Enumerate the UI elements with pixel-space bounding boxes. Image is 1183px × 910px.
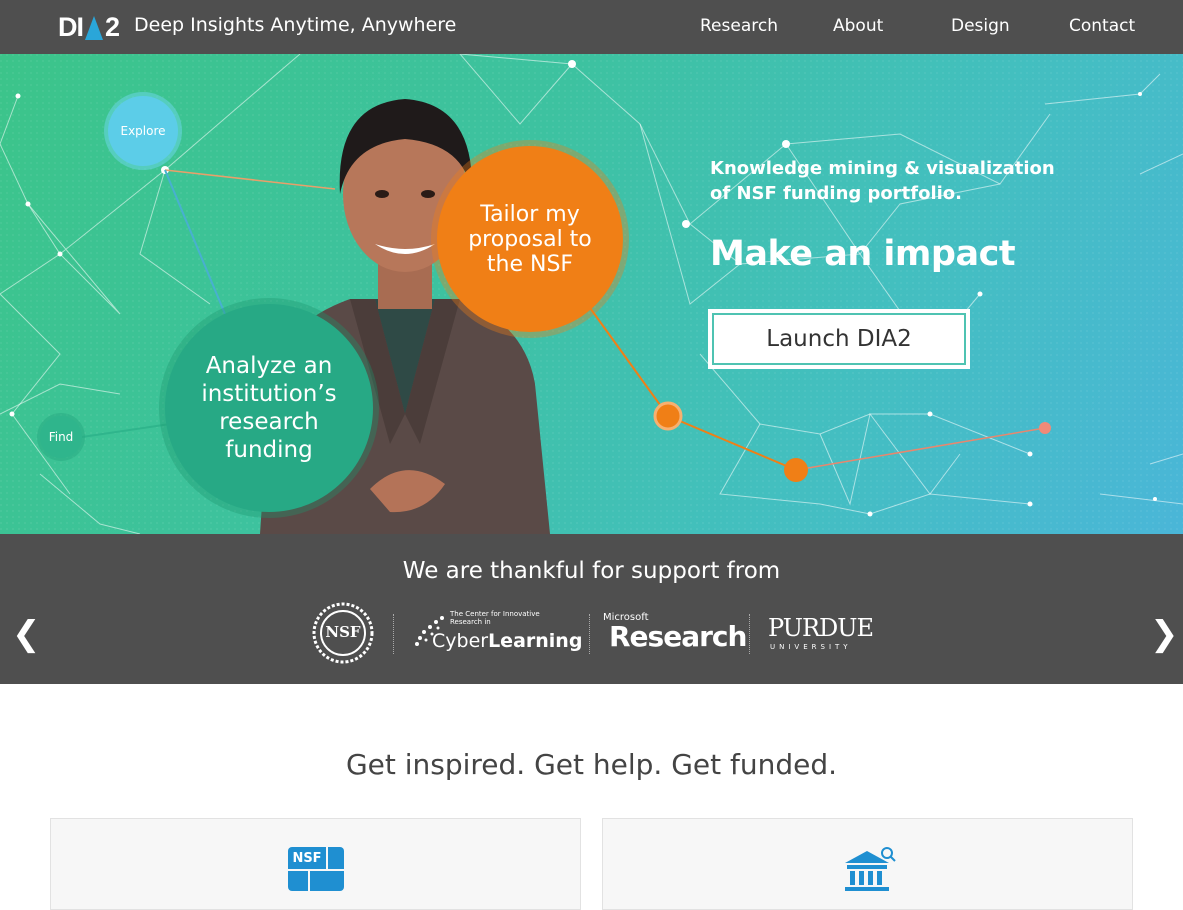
top-navbar: DI 2 Deep Insights Anytime, Anywhere Res… bbox=[0, 0, 1183, 54]
purdue-text: PURDUE bbox=[768, 614, 874, 642]
institution-search-icon bbox=[845, 847, 896, 891]
find-bubble[interactable]: Find bbox=[40, 416, 82, 458]
hero-subtitle: Knowledge mining & visualization of NSF … bbox=[710, 158, 1055, 204]
purdue-university-text: UNIVERSITY bbox=[770, 643, 852, 651]
dia2-logo[interactable]: DI 2 bbox=[58, 11, 120, 42]
nsf-logo-text: NSF bbox=[325, 623, 361, 641]
nsf-logo: NSF bbox=[312, 602, 374, 664]
explore-bubble[interactable]: Explore bbox=[108, 96, 178, 166]
find-label: Find bbox=[48, 430, 74, 444]
nav-design[interactable]: Design bbox=[951, 16, 1010, 36]
section-heading: Get inspired. Get help. Get funded. bbox=[345, 748, 838, 781]
logo-triangle-icon bbox=[85, 16, 103, 40]
hero-title: Make an impact bbox=[710, 234, 1016, 274]
launch-dia2-button[interactable]: Launch DIA2 bbox=[708, 309, 970, 369]
nav-about[interactable]: About bbox=[833, 16, 883, 36]
analyze-institution-label: Analyze an institution’s research fundin… bbox=[201, 353, 337, 463]
carousel-next-arrow-icon[interactable]: ❯ bbox=[1150, 614, 1179, 654]
cyberlearning-text-a: Cyber bbox=[432, 630, 489, 652]
tailor-proposal-bubble[interactable]: Tailor my proposal to the NSF bbox=[437, 146, 623, 332]
cyberlearning-text-b: Learning bbox=[488, 630, 583, 652]
microsoft-research-text: Research bbox=[609, 620, 747, 653]
cyberlearning-small-text: The Center for Innovative Research in bbox=[450, 610, 540, 626]
carousel-prev-arrow-icon[interactable]: ❮ bbox=[12, 614, 41, 654]
sponsor-divider bbox=[393, 614, 394, 654]
nsf-icon-text: NSF bbox=[288, 847, 326, 869]
support-carousel: We are thankful for support from ❮ ❯ NSF… bbox=[0, 534, 1183, 684]
site-tagline: Deep Insights Anytime, Anywhere bbox=[134, 14, 457, 36]
purdue-logo: PURDUE UNIVERSITY bbox=[768, 614, 883, 654]
nav-contact[interactable]: Contact bbox=[1069, 16, 1135, 36]
nsf-grid-icon: NSF bbox=[288, 847, 344, 891]
explore-label: Explore bbox=[120, 124, 166, 138]
logo-text-left: DI bbox=[58, 11, 84, 42]
cyberlearning-logo: The Center for Innovative Research in Cy… bbox=[412, 610, 582, 658]
feature-card-nsf[interactable]: NSF bbox=[50, 818, 581, 910]
logo-text-right: 2 bbox=[105, 11, 120, 42]
microsoft-research-logo: Microsoft Research bbox=[603, 612, 747, 654]
feature-card-institution[interactable] bbox=[602, 818, 1133, 910]
hero-banner: Tailor my proposal to the NSF Analyze an… bbox=[0, 54, 1183, 534]
analyze-institution-bubble[interactable]: Analyze an institution’s research fundin… bbox=[165, 304, 373, 512]
support-title: We are thankful for support from bbox=[402, 558, 781, 584]
tailor-proposal-label: Tailor my proposal to the NSF bbox=[468, 201, 592, 277]
sponsor-divider bbox=[749, 614, 750, 654]
sponsor-divider bbox=[589, 614, 590, 654]
nav-research[interactable]: Research bbox=[700, 16, 778, 36]
